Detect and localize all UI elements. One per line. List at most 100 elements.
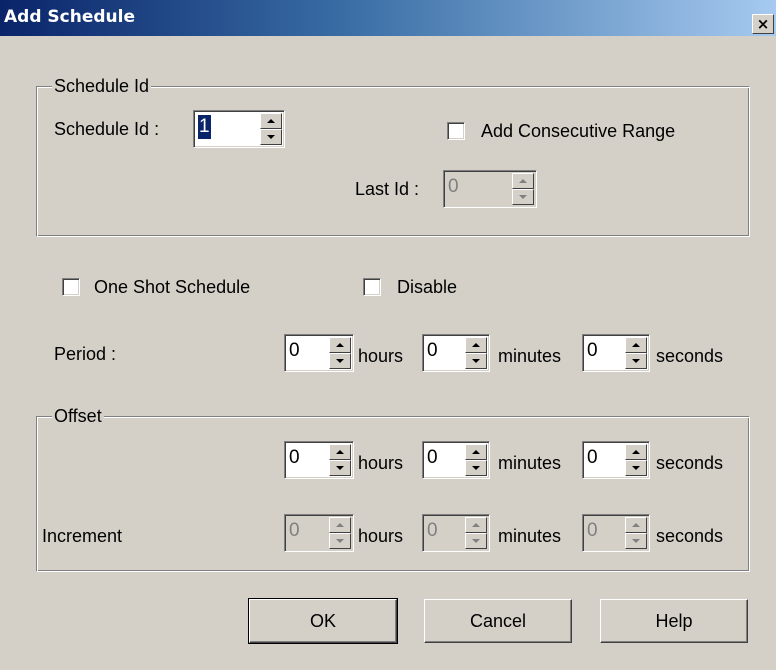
offset-hours-spin-buttons (329, 444, 351, 476)
period-hours-spinner[interactable]: 0 (284, 334, 354, 372)
last-id-label: Last Id : (355, 179, 420, 199)
increment-minutes-spin-buttons (465, 517, 487, 549)
last-id-up-button[interactable] (512, 173, 534, 189)
arrow-up-icon (336, 343, 344, 347)
increment-minutes-up-button[interactable] (465, 517, 487, 533)
increment-label: Increment (42, 526, 123, 546)
last-id-down-button[interactable] (512, 189, 534, 205)
offset-minutes-spin-buttons (465, 444, 487, 476)
increment-hours-down-button[interactable] (329, 533, 351, 549)
close-icon: × (756, 14, 770, 33)
period-seconds-down-button[interactable] (625, 353, 647, 369)
offset-seconds-down-button[interactable] (625, 460, 647, 476)
schedule-id-up-button[interactable] (260, 113, 282, 129)
increment-seconds-down-button[interactable] (625, 533, 647, 549)
arrow-down-icon (472, 539, 480, 543)
increment-seconds-unit: seconds (656, 526, 724, 546)
offset-hours-spinner[interactable]: 0 (284, 441, 354, 479)
schedule-id-down-button[interactable] (260, 129, 282, 145)
period-minutes-up-button[interactable] (465, 337, 487, 353)
arrow-up-icon (632, 523, 640, 527)
arrow-down-icon (336, 466, 344, 470)
arrow-down-icon (519, 195, 527, 199)
period-minutes-spinner[interactable]: 0 (422, 334, 490, 372)
schedule-id-group-legend: Schedule Id (52, 76, 152, 96)
arrow-down-icon (336, 539, 344, 543)
disable-label[interactable]: Disable (397, 276, 457, 298)
period-seconds-up-button[interactable] (625, 337, 647, 353)
last-id-value: 0 (448, 176, 459, 197)
period-minutes-value: 0 (427, 340, 438, 361)
arrow-up-icon (472, 450, 480, 454)
offset-seconds-spin-buttons (625, 444, 647, 476)
offset-minutes-spinner[interactable]: 0 (422, 441, 490, 479)
increment-seconds-spin-buttons (625, 517, 647, 549)
arrow-up-icon (336, 450, 344, 454)
increment-seconds-up-button[interactable] (625, 517, 647, 533)
offset-hours-up-button[interactable] (329, 444, 351, 460)
arrow-down-icon (632, 359, 640, 363)
period-hours-value: 0 (289, 340, 300, 361)
one-shot-schedule-checkbox[interactable] (62, 278, 80, 296)
schedule-id-value: 1 (198, 115, 211, 139)
last-id-spin-buttons (512, 173, 534, 205)
offset-minutes-up-button[interactable] (465, 444, 487, 460)
arrow-down-icon (336, 359, 344, 363)
arrow-up-icon (336, 523, 344, 527)
period-hours-spin-buttons (329, 337, 351, 369)
period-seconds-unit: seconds (656, 346, 724, 366)
arrow-down-icon (632, 539, 640, 543)
schedule-id-spinner[interactable]: 1 (193, 110, 285, 148)
schedule-id-group (36, 86, 750, 237)
schedule-id-label: Schedule Id : (54, 119, 160, 139)
add-consecutive-range-checkbox[interactable] (447, 122, 465, 140)
add-schedule-dialog: Add Schedule × Schedule Id Schedule Id :… (0, 0, 776, 670)
arrow-up-icon (472, 523, 480, 527)
offset-group-legend: Offset (52, 406, 104, 426)
period-hours-down-button[interactable] (329, 353, 351, 369)
period-minutes-unit: minutes (498, 346, 562, 366)
offset-hours-down-button[interactable] (329, 460, 351, 476)
offset-hours-value: 0 (289, 447, 300, 468)
arrow-down-icon (472, 466, 480, 470)
offset-seconds-spinner[interactable]: 0 (582, 441, 650, 479)
increment-seconds-value: 0 (587, 520, 598, 541)
period-seconds-spin-buttons (625, 337, 647, 369)
period-hours-unit: hours (358, 346, 404, 366)
increment-hours-up-button[interactable] (329, 517, 351, 533)
increment-hours-value: 0 (289, 520, 300, 541)
arrow-up-icon (472, 343, 480, 347)
offset-hours-unit: hours (358, 453, 404, 473)
add-consecutive-range-label[interactable]: Add Consecutive Range (481, 120, 675, 142)
period-minutes-spin-buttons (465, 337, 487, 369)
arrow-up-icon (632, 450, 640, 454)
title-bar[interactable]: Add Schedule × (0, 0, 776, 36)
increment-minutes-down-button[interactable] (465, 533, 487, 549)
increment-minutes-unit: minutes (498, 526, 562, 546)
increment-seconds-spinner[interactable]: 0 (582, 514, 650, 552)
window-title: Add Schedule (4, 7, 135, 27)
arrow-up-icon (267, 119, 275, 123)
cancel-button[interactable]: Cancel (424, 599, 572, 643)
increment-minutes-value: 0 (427, 520, 438, 541)
close-button[interactable]: × (752, 14, 774, 34)
arrow-down-icon (267, 135, 275, 139)
help-button[interactable]: Help (600, 599, 748, 643)
increment-minutes-spinner[interactable]: 0 (422, 514, 490, 552)
disable-checkbox[interactable] (363, 278, 381, 296)
arrow-down-icon (472, 359, 480, 363)
period-minutes-down-button[interactable] (465, 353, 487, 369)
arrow-down-icon (632, 466, 640, 470)
period-seconds-spinner[interactable]: 0 (582, 334, 650, 372)
period-hours-up-button[interactable] (329, 337, 351, 353)
arrow-up-icon (632, 343, 640, 347)
increment-hours-spinner[interactable]: 0 (284, 514, 354, 552)
offset-minutes-unit: minutes (498, 453, 562, 473)
ok-button[interactable]: OK (248, 598, 398, 644)
offset-seconds-up-button[interactable] (625, 444, 647, 460)
one-shot-schedule-label[interactable]: One Shot Schedule (94, 276, 250, 298)
offset-minutes-down-button[interactable] (465, 460, 487, 476)
last-id-spinner[interactable]: 0 (443, 170, 537, 208)
period-label: Period : (54, 344, 117, 364)
period-seconds-value: 0 (587, 340, 598, 361)
